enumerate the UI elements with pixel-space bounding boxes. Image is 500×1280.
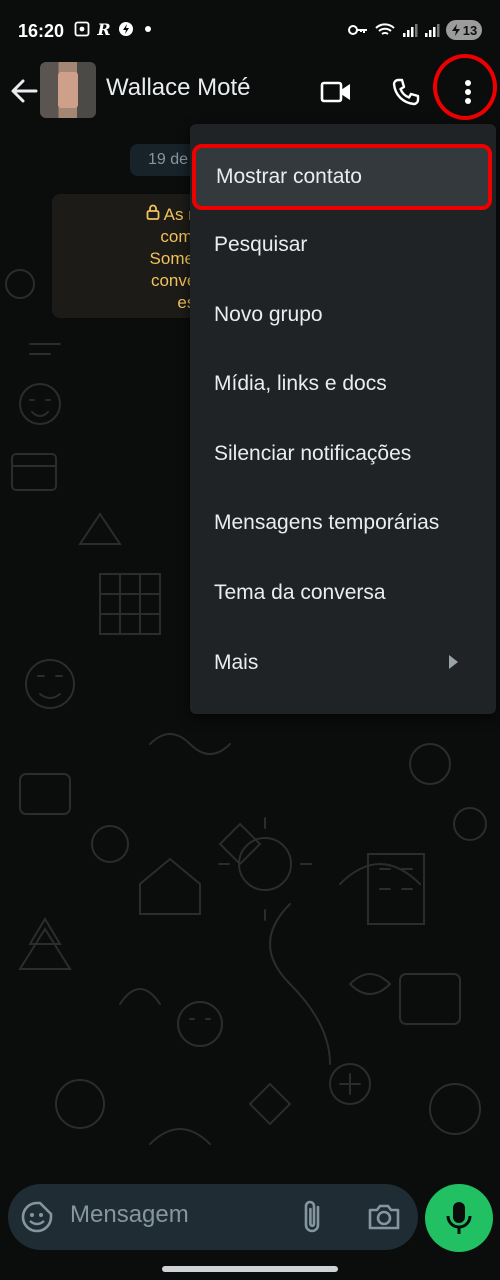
sticker-icon [21,1201,53,1233]
home-indicator[interactable] [162,1266,338,1272]
voice-call-button[interactable] [384,70,428,114]
wifi-icon [374,22,396,38]
lock-icon [146,204,164,224]
menu-item-midia-links-docs[interactable]: Mídia, links e docs [190,351,496,417]
menu-item-mensagens-temporarias[interactable]: Mensagens temporárias [190,490,496,556]
menu-item-novo-grupo[interactable]: Novo grupo [190,282,496,348]
camera-button[interactable] [364,1198,404,1236]
voice-message-button[interactable] [425,1184,493,1252]
menu-item-pesquisar[interactable]: Pesquisar [190,212,496,278]
signal-icon-1 [402,22,418,38]
battery-level: 13 [462,22,478,38]
avatar[interactable] [40,62,96,118]
phone-icon [392,78,420,106]
menu-item-silenciar[interactable]: Silenciar notificações [190,421,496,487]
system-icons: 13 [348,20,482,40]
menu-item-tema-conversa[interactable]: Tema da conversa [190,560,496,626]
back-button[interactable] [8,74,42,108]
message-composer: Mensagem [8,1184,418,1250]
signal-icon-2 [424,22,440,38]
status-time: 16:20 [18,21,65,41]
notification-icons: R [74,19,156,39]
overflow-menu: Mostrar contato Pesquisar Novo grupo Míd… [190,124,496,714]
bolt-app-icon [118,21,134,37]
video-call-button[interactable] [314,70,358,114]
contact-name[interactable]: Wallace Moté [106,74,251,102]
r-app-icon: R [97,19,111,39]
paperclip-icon [304,1200,320,1233]
sticker-button[interactable] [20,1200,54,1234]
arrow-left-icon [11,79,38,103]
key-icon [348,22,368,38]
video-camera-icon [320,81,350,103]
menu-item-mais[interactable]: Mais [190,630,496,696]
dot-icon [140,21,156,37]
highlight-circle [433,54,497,120]
caret-right-icon [449,655,458,669]
battery-indicator: 13 [446,20,482,40]
menu-item-mostrar-contato[interactable]: Mostrar contato [192,144,492,210]
menu-item-mais-label: Mais [214,651,259,674]
microphone-icon [446,1202,472,1234]
status-bar: 16:20 R 13 [0,0,500,62]
chat-header: Wallace Moté [0,62,500,124]
message-input[interactable]: Mensagem [70,1201,189,1229]
screenshot-icon [74,21,90,37]
attach-button[interactable] [296,1198,332,1236]
camera-icon [368,1204,400,1230]
